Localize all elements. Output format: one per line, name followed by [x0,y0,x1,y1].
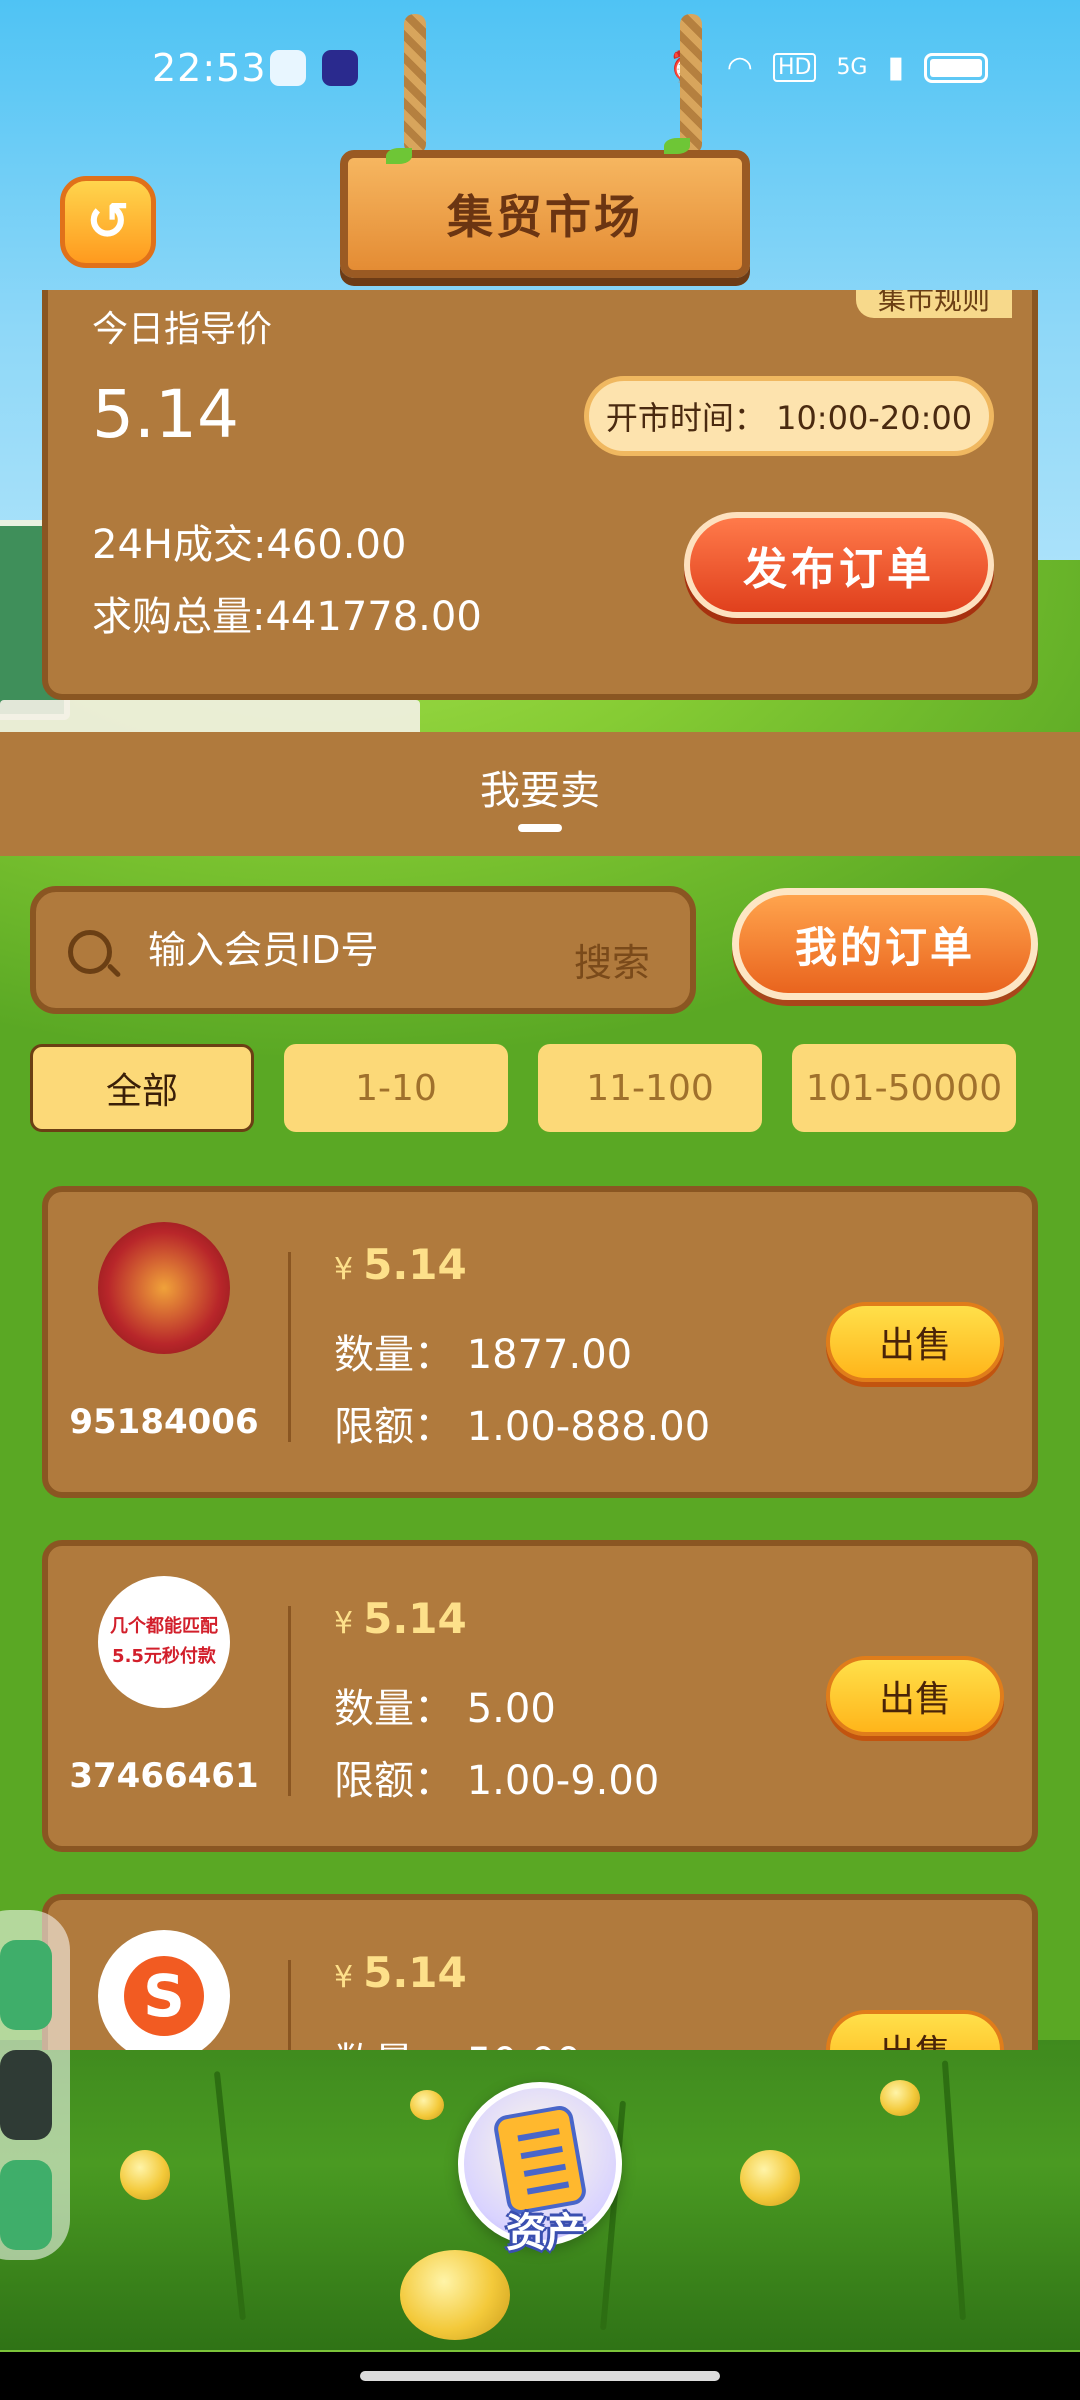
avatar-text: S [124,1956,204,2036]
dandelion-decoration [120,2150,170,2200]
search-icon [68,930,112,974]
assets-label: 资产 [506,2210,586,2256]
member-id: 95184006 [69,1402,259,1442]
order-quantity: 数量： 50.00 [334,2030,581,2050]
total-demand: 求购总量:441778.00 [92,594,482,640]
side-tool-icon[interactable] [0,1940,52,2030]
order-card: 几个都能匹配 5.5元秒付款 37466461 ¥5.14 数量： 5.00 限… [42,1540,1038,1852]
dandelion-decoration [400,2250,510,2340]
page-title: 集贸市场 [447,190,643,244]
orange-s-avatar: S [98,1930,230,2050]
publish-order-button[interactable]: 发布订单 [684,512,994,618]
currency-symbol: ¥ [334,1960,354,1995]
order-price: ¥5.14 [334,1594,467,1643]
market-info-panel: 集市规则 今日指导价 5.14 开市时间： 10:00-20:00 24H成交:… [42,290,1038,700]
avatar-text: 5.5元秒付款 [112,1646,216,1667]
notification-app-icon [322,50,358,86]
battery-icon [924,52,988,83]
member-id-search-input[interactable] [148,920,568,980]
order-price: ¥5.14 [334,1240,467,1289]
active-tab-indicator [518,824,562,832]
signal-icon: ▮ [887,50,904,85]
order-price: ¥5.14 [334,1948,467,1997]
filter-11-100[interactable]: 11-100 [538,1044,762,1132]
rope-decoration [404,14,426,154]
member-id: 37466461 [69,1756,259,1796]
order-quantity: 数量： 1877.00 [334,1332,633,1378]
price-value: 5.14 [363,1948,467,1997]
volume-24h: 24H成交:460.00 [92,522,407,568]
wifi-icon: ◠ [726,50,753,85]
card-divider [288,1960,291,2050]
search-button[interactable]: 搜索 [574,932,650,987]
dandelion-decoration [880,2080,920,2116]
sell-button[interactable]: 出售 [826,1302,1004,1382]
filter-all[interactable]: 全部 [30,1044,254,1132]
currency-symbol: ¥ [334,1252,354,1287]
search-bar: 搜索 [30,886,696,1014]
order-quantity: 数量： 5.00 [334,1686,556,1732]
order-limit: 限额： 1.00-9.00 [334,1758,660,1804]
fence-decoration [0,700,420,736]
price-value: 5.14 [363,1594,467,1643]
sell-button[interactable]: 出售 [826,1656,1004,1736]
leaf-decoration [386,148,412,164]
status-time: 22:53 [152,46,267,90]
order-limit: 限额： 1.00-888.00 [334,1404,711,1450]
tab-sell[interactable]: 我要卖 [0,758,1080,816]
refresh-back-icon: ↺ [86,192,130,252]
back-button[interactable]: ↺ [60,176,156,268]
rope-decoration [680,14,702,154]
promo-avatar: 几个都能匹配 5.5元秒付款 [98,1576,230,1708]
filter-1-10[interactable]: 1-10 [284,1044,508,1132]
floating-side-toolbar [0,1910,70,2260]
market-rules-button[interactable]: 集市规则 [855,290,1012,318]
card-divider [288,1606,291,1796]
guide-price-value: 5.14 [92,376,239,453]
hd-badge: HD [772,53,817,82]
market-open-time: 开市时间： 10:00-20:00 [584,376,994,456]
dandelion-decoration [410,2090,444,2120]
home-indicator[interactable] [360,2371,720,2381]
order-card: 95184006 ¥5.14 数量： 1877.00 限额： 1.00-888.… [42,1186,1038,1498]
status-bar: 22:53 ⏰ ◠ HD 5G ▮ [0,0,1080,130]
status-icons: ⏰ ◠ HD 5G ▮ [669,50,988,85]
range-filters: 全部 1-10 11-100 101-50000 [30,1044,1016,1132]
more-icon[interactable] [0,2160,52,2250]
sell-button[interactable]: 出售 [826,2010,1004,2050]
currency-symbol: ¥ [334,1606,354,1641]
buddha-avatar [98,1222,230,1354]
card-divider [288,1252,291,1442]
dandelion-decoration [740,2150,800,2206]
leaf-decoration [664,138,690,154]
notification-app-icon [270,50,306,86]
guide-price-label: 今日指导价 [92,309,273,350]
assets-button[interactable]: 资产 [458,2082,622,2256]
tab-bar: 我要卖 [0,732,1080,856]
filter-101-50000[interactable]: 101-50000 [792,1044,1016,1132]
order-list[interactable]: 95184006 ¥5.14 数量： 1877.00 限额： 1.00-888.… [42,1186,1038,2050]
price-value: 5.14 [363,1240,467,1289]
my-orders-button[interactable]: 我的订单 [732,888,1038,1000]
order-card: S ¥5.14 数量： 50.00 出售 [42,1894,1038,2050]
page-title-sign: 集贸市场 [340,150,750,278]
avatar-text: 几个都能匹配 [110,1616,218,1637]
side-tool-icon[interactable] [0,2050,52,2140]
network-type-label: 5G [836,55,868,80]
